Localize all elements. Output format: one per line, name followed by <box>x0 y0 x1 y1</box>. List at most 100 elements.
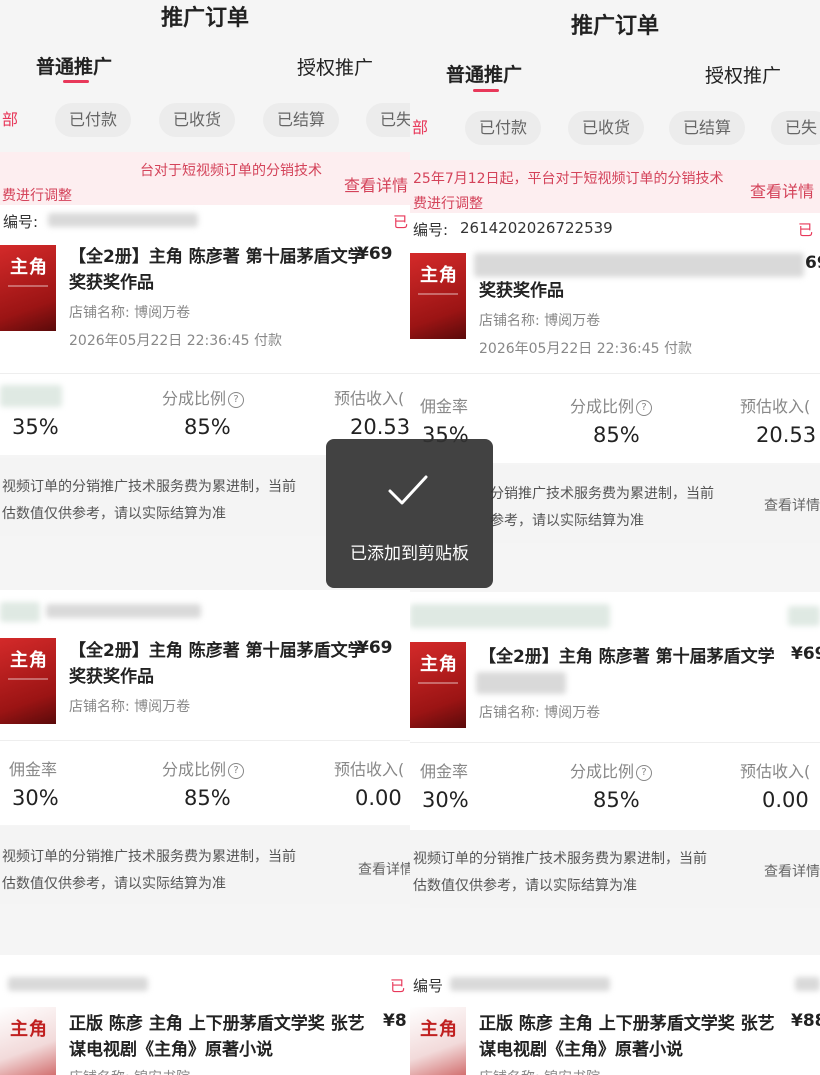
filter-all[interactable]: 部 <box>0 103 20 137</box>
filter-paid[interactable]: 已付款 <box>55 103 132 137</box>
share-ratio-label: 分成比例? <box>162 756 245 780</box>
order-number-redacted <box>8 977 148 991</box>
product-title-line1[interactable]: 【全2册】主角 陈彦著 第十届茅盾文学 <box>69 638 365 664</box>
order-number-redacted <box>410 604 610 628</box>
cover-decoration <box>418 293 458 295</box>
help-icon[interactable]: ? <box>228 762 245 779</box>
estimated-income-value: 0.00 <box>355 786 402 810</box>
product-title-line2[interactable]: 谋电视剧《主角》原著小说 <box>479 1037 683 1063</box>
status-redacted <box>795 977 820 991</box>
share-ratio-value: 85% <box>184 415 231 439</box>
tab-authorized-promotion[interactable]: 授权推广 <box>705 61 781 88</box>
note-detail-link[interactable]: 查看详情 <box>764 861 820 881</box>
fee-note: 视频订单的分销推广技术服务费为累进制，当前 估数值仅供参考，请以实际结算为准 查… <box>0 826 410 904</box>
product-price: 69 <box>805 253 820 273</box>
product-title-line1[interactable]: 【全2册】主角 陈彦著 第十届茅盾文学 <box>69 244 365 270</box>
divider <box>410 373 820 374</box>
note-line1: 视频订单的分销推广技术服务费为累进制，当前 <box>2 479 296 495</box>
cover-title: 主角 <box>10 1019 48 1040</box>
note-line2: 参考，请以实际结算为准 <box>490 513 644 529</box>
filter-paid[interactable]: 已付款 <box>465 111 542 145</box>
status-redacted <box>788 606 820 626</box>
product-title-line1[interactable]: 正版 陈彦 主角 上下册茅盾文学奖 张艺 <box>69 1011 365 1037</box>
banner-detail-link[interactable]: 查看详情 <box>344 172 408 196</box>
book-cover-image[interactable]: 主角 <box>0 638 56 724</box>
order-card[interactable]: 编号: 2614202026722539 已 主角 69 奖获奖作品 店铺名称:… <box>410 213 820 463</box>
product-title-line2[interactable]: 谋电视剧《主角》原著小说 <box>69 1037 273 1063</box>
product-title-line1[interactable]: 【全2册】主角 陈彦著 第十届茅盾文学 <box>479 644 775 670</box>
commission-rate-label: 佣金率 <box>420 397 469 416</box>
product-title-line2[interactable]: 奖获奖作品 <box>69 270 154 296</box>
clipboard-toast: 已添加到剪贴板 <box>326 439 493 588</box>
filter-received[interactable]: 已收货 <box>159 103 236 137</box>
banner-text-line1: 台对于短视频订单的分销技术 <box>140 163 322 179</box>
product-title-line2[interactable]: 奖获奖作品 <box>479 278 564 304</box>
estimated-income-label: 预估收入( <box>334 760 405 779</box>
shop-name: 店铺名称: 锦安书院 <box>69 1067 190 1075</box>
book-cover-image[interactable]: 主角 <box>0 245 56 331</box>
help-icon[interactable]: ? <box>228 391 245 408</box>
filter-settled[interactable]: 已结算 <box>263 103 340 137</box>
commission-rate-value: 30% <box>12 786 59 810</box>
order-card[interactable]: 编号 主角 正版 陈彦 主角 上下册茅盾文学奖 张艺 ¥88 谋电视剧《主角》原… <box>410 955 820 1075</box>
filter-failed[interactable]: 已失 <box>771 111 820 145</box>
order-card[interactable]: 主角 【全2册】主角 陈彦著 第十届茅盾文学 ¥69 店铺名称: 博阅万卷 佣金… <box>410 592 820 830</box>
commission-rate-label: 佣金率 <box>420 762 469 781</box>
shop-name: 店铺名称: 博阅万卷 <box>69 699 191 715</box>
note-line2: 估数值仅供参考，请以实际结算为准 <box>2 506 226 522</box>
cover-decoration <box>418 682 458 684</box>
order-number-label: 编号: <box>3 213 39 231</box>
note-detail-link[interactable]: 查看详情 <box>764 495 820 515</box>
book-cover-image[interactable]: 主角 <box>410 1007 466 1075</box>
order-status: 已 <box>798 221 814 239</box>
cover-decoration <box>8 678 48 680</box>
help-icon[interactable]: ? <box>636 399 653 416</box>
product-title-line2[interactable]: 奖获奖作品 <box>69 664 154 690</box>
order-card[interactable]: 编号: 已 主角 【全2册】主角 陈彦著 第十届茅盾文学 ¥69 奖获奖作品 店… <box>0 205 410 455</box>
product-title-line1[interactable]: 正版 陈彦 主角 上下册茅盾文学奖 张艺 <box>479 1011 775 1037</box>
order-number-label: 编号: <box>413 221 449 239</box>
page-title: 推广订单 <box>160 6 249 31</box>
filter-received[interactable]: 已收货 <box>568 111 645 145</box>
tab-active-indicator <box>473 89 499 92</box>
page-title: 推广订单 <box>570 14 659 39</box>
filter-all[interactable]: 部 <box>410 111 430 145</box>
order-number-label: 编号 <box>413 977 444 995</box>
tab-normal-promotion[interactable]: 普通推广 <box>446 60 522 87</box>
order-card[interactable]: 已 主角 正版 陈彦 主角 上下册茅盾文学奖 张艺 ¥8 谋电视剧《主角》原著小… <box>0 955 410 1075</box>
book-cover-image[interactable]: 主角 <box>410 642 466 728</box>
book-cover-image[interactable]: 主角 <box>0 1007 56 1075</box>
share-ratio-value: 85% <box>184 786 231 810</box>
order-status: 已 <box>393 213 409 231</box>
cover-title: 主角 <box>10 257 48 278</box>
tab-normal-promotion[interactable]: 普通推广 <box>36 52 112 79</box>
estimated-income-value: 20.53 <box>756 423 817 447</box>
order-time: 2026年05月22日 22:36:45 付款 <box>69 333 283 349</box>
book-cover-image[interactable]: 主角 <box>410 253 466 339</box>
filter-settled[interactable]: 已结算 <box>669 111 746 145</box>
share-ratio-label-text: 分成比例 <box>162 389 227 408</box>
tab-authorized-promotion[interactable]: 授权推广 <box>297 53 373 80</box>
shop-name: 店铺名称: 锦安书院 <box>479 1067 600 1075</box>
order-card[interactable]: 主角 【全2册】主角 陈彦著 第十届茅盾文学 ¥69 奖获奖作品 店铺名称: 博… <box>0 590 410 825</box>
order-status: 已 <box>390 977 406 995</box>
note-line1: 分销推广技术服务费为累进制，当前 <box>490 486 714 502</box>
product-title-redacted <box>474 253 804 277</box>
divider <box>0 373 410 374</box>
order-number-redacted <box>48 213 198 227</box>
banner-detail-link[interactable]: 查看详情 <box>750 178 814 202</box>
checkmark-icon <box>388 475 428 505</box>
banner-text-line1: 25年7月12日起，平台对于短视频订单的分销技术 <box>413 171 724 187</box>
filter-failed[interactable]: 已失 <box>366 103 410 137</box>
help-icon[interactable]: ? <box>636 764 653 781</box>
order-number[interactable]: 2614202026722539 <box>460 219 613 237</box>
order-number-redacted <box>46 604 201 618</box>
note-detail-link[interactable]: 查看详情 <box>358 859 410 879</box>
shop-name: 店铺名称: 博阅万卷 <box>479 705 601 721</box>
note-line1: 视频订单的分销推广技术服务费为累进制，当前 <box>413 851 707 867</box>
cover-title: 主角 <box>10 650 48 671</box>
share-ratio-label-text: 分成比例 <box>570 397 635 416</box>
cover-title: 主角 <box>420 654 458 675</box>
share-ratio-label: 分成比例? <box>570 758 653 782</box>
cover-title: 主角 <box>420 1019 458 1040</box>
